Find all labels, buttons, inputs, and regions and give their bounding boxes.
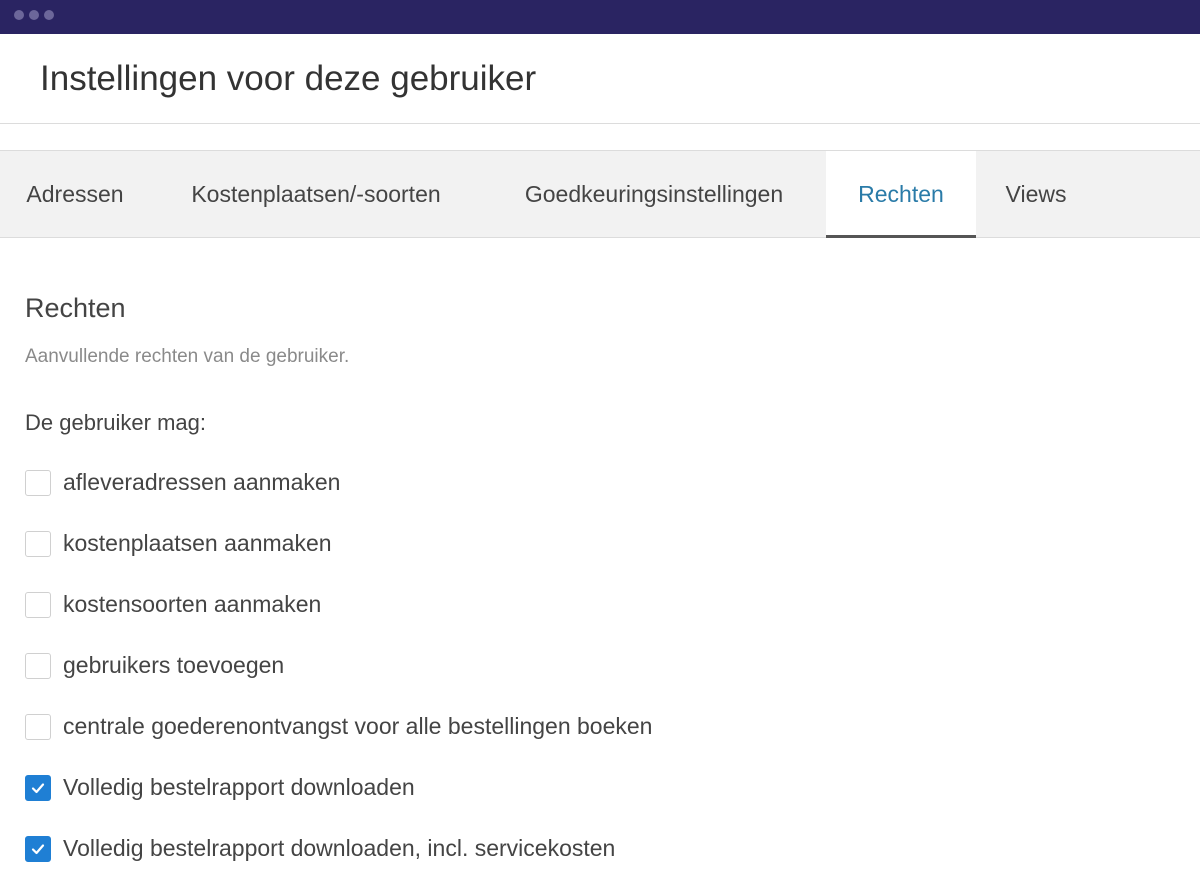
window-dot-icon[interactable]: [29, 10, 39, 20]
permission-checkbox[interactable]: [25, 591, 51, 618]
window-dot-icon[interactable]: [44, 10, 54, 20]
permission-label: afleveradressen aanmaken: [63, 469, 341, 495]
permission-item[interactable]: kostenplaatsen aanmaken: [25, 513, 1200, 574]
tab-label: Kostenplaatsen/-soorten: [191, 180, 441, 207]
permission-item[interactable]: afleveradressen aanmaken: [25, 452, 1200, 513]
page-header: Instellingen voor deze gebruiker: [0, 34, 1200, 124]
tab-label: Goedkeuringsinstellingen: [524, 180, 784, 207]
tab-adressen[interactable]: Adressen: [0, 151, 150, 237]
permission-label: kostenplaatsen aanmaken: [63, 530, 332, 556]
permission-checkbox[interactable]: [25, 835, 51, 862]
tab-label: Adressen: [26, 180, 124, 207]
section-title: Rechten: [25, 293, 126, 323]
checkmark-icon: [31, 843, 45, 854]
permission-label: centrale goederenontvangst voor alle bes…: [63, 713, 653, 739]
permission-label: gebruikers toevoegen: [63, 652, 285, 678]
rights-panel: Rechten Aanvullende rechten van de gebru…: [0, 290, 1200, 879]
checkmark-icon: [31, 782, 45, 793]
permission-item[interactable]: kostensoorten aanmaken: [25, 574, 1200, 635]
tab-label: Rechten: [858, 180, 944, 207]
permission-label: Volledig bestelrapport downloaden, incl.…: [63, 835, 616, 861]
permission-checkbox[interactable]: [25, 530, 51, 557]
permission-item[interactable]: gebruikers toevoegen: [25, 635, 1200, 696]
permissions-list: afleveradressen aanmaken kostenplaatsen …: [25, 452, 1200, 879]
permission-label: kostensoorten aanmaken: [63, 591, 322, 617]
tab-bar: Adressen Kostenplaatsen/-soorten Goedkeu…: [0, 150, 1200, 238]
window-dot-icon[interactable]: [14, 10, 24, 20]
permission-checkbox[interactable]: [25, 652, 51, 679]
permissions-intro: De gebruiker mag:: [25, 410, 206, 435]
permission-item[interactable]: Volledig bestelrapport downloaden, incl.…: [25, 818, 1200, 879]
permission-item[interactable]: centrale goederenontvangst voor alle bes…: [25, 696, 1200, 757]
window-controls: [14, 10, 54, 20]
tab-views[interactable]: Views: [976, 151, 1096, 237]
permission-checkbox[interactable]: [25, 713, 51, 740]
permission-item[interactable]: Volledig bestelrapport downloaden: [25, 757, 1200, 818]
permission-checkbox[interactable]: [25, 774, 51, 801]
page-title: Instellingen voor deze gebruiker: [40, 58, 537, 98]
tab-kostenplaatsen-soorten[interactable]: Kostenplaatsen/-soorten: [150, 151, 482, 237]
window-titlebar: [0, 0, 1200, 34]
permission-label: Volledig bestelrapport downloaden: [63, 774, 415, 800]
permission-checkbox[interactable]: [25, 469, 51, 496]
tab-label: Views: [1005, 180, 1067, 207]
tab-rechten[interactable]: Rechten: [826, 151, 976, 238]
section-description: Aanvullende rechten van de gebruiker.: [25, 346, 350, 367]
tab-goedkeuringsinstellingen[interactable]: Goedkeuringsinstellingen: [482, 151, 826, 237]
